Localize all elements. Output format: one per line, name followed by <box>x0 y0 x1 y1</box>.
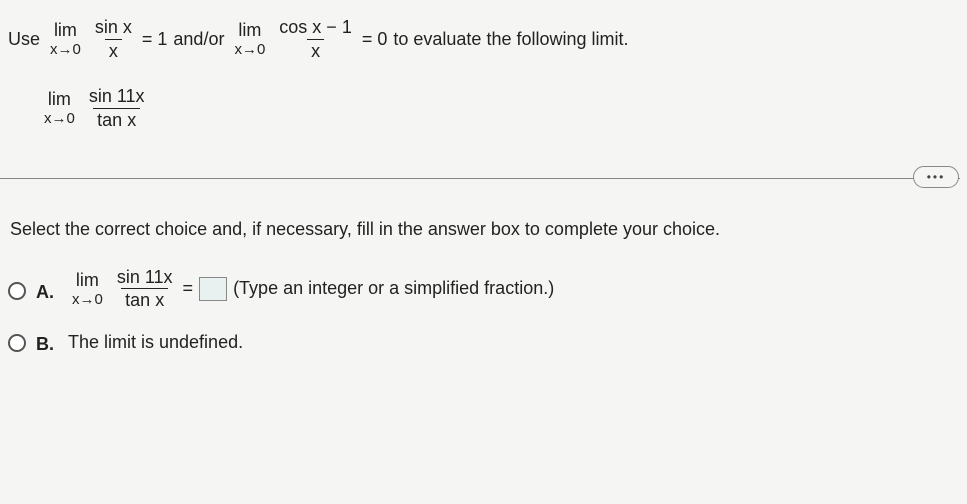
instruction-text: Select the correct choice and, if necess… <box>8 219 967 240</box>
andor-text: and/or <box>173 29 224 50</box>
choice-b-label: B. <box>36 334 54 355</box>
limit-block-target: lim x→0 <box>44 90 75 127</box>
fraction-den: tan x <box>93 108 140 130</box>
fraction-num: sin 11x <box>85 87 149 108</box>
choice-a-content: lim x→0 sin 11x tan x = (Type an integer… <box>68 268 554 311</box>
lim-approach: x→0 <box>234 42 265 58</box>
fraction-cosx-x: cos x − 1 x <box>275 18 356 61</box>
use-text: Use <box>8 29 40 50</box>
lim-word: lim <box>54 21 77 40</box>
fraction-num: sin x <box>91 18 136 39</box>
lim-approach: x→0 <box>44 111 75 127</box>
radio-a[interactable] <box>8 282 26 300</box>
choice-a: A. lim x→0 sin 11x tan x = (Type an inte… <box>8 268 967 311</box>
lim-word: lim <box>48 90 71 109</box>
fraction-sinx-x: sin x x <box>91 18 136 61</box>
fraction-den: x <box>307 39 324 61</box>
fraction-num: cos x − 1 <box>275 18 356 39</box>
lim-approach: x→0 <box>50 42 81 58</box>
limit-block-1: lim x→0 <box>50 21 81 58</box>
limit-block-2: lim x→0 <box>234 21 265 58</box>
radio-b[interactable] <box>8 334 26 352</box>
lim-approach: x→0 <box>72 292 103 308</box>
choice-a-hint: (Type an integer or a simplified fractio… <box>233 278 554 299</box>
fraction-target: sin 11x tan x <box>85 87 149 130</box>
dots-text: ••• <box>927 170 946 184</box>
choice-a-label: A. <box>36 282 54 303</box>
fraction-den: x <box>105 39 122 61</box>
fraction-num: sin 11x <box>113 268 177 289</box>
lim-word: lim <box>76 271 99 290</box>
limit-block-a: lim x→0 <box>72 271 103 308</box>
equals-1: = 1 <box>142 29 168 50</box>
more-icon[interactable]: ••• <box>913 166 959 188</box>
fraction-a: sin 11x tan x <box>113 268 177 311</box>
answer-input[interactable] <box>199 277 227 301</box>
divider-line <box>0 178 960 179</box>
problem-statement: Use lim x→0 sin x x = 1 and/or lim x→0 c… <box>8 18 967 61</box>
lim-word: lim <box>238 21 261 40</box>
fraction-den: tan x <box>121 288 168 310</box>
equals-sign: = <box>183 278 194 299</box>
divider: ••• <box>8 178 967 179</box>
target-limit: lim x→0 sin 11x tan x <box>40 87 967 130</box>
choice-b-text: The limit is undefined. <box>68 332 243 353</box>
equals-0: = 0 <box>362 29 388 50</box>
tail-text: to evaluate the following limit. <box>393 29 628 50</box>
choice-b: B. The limit is undefined. <box>8 332 967 355</box>
